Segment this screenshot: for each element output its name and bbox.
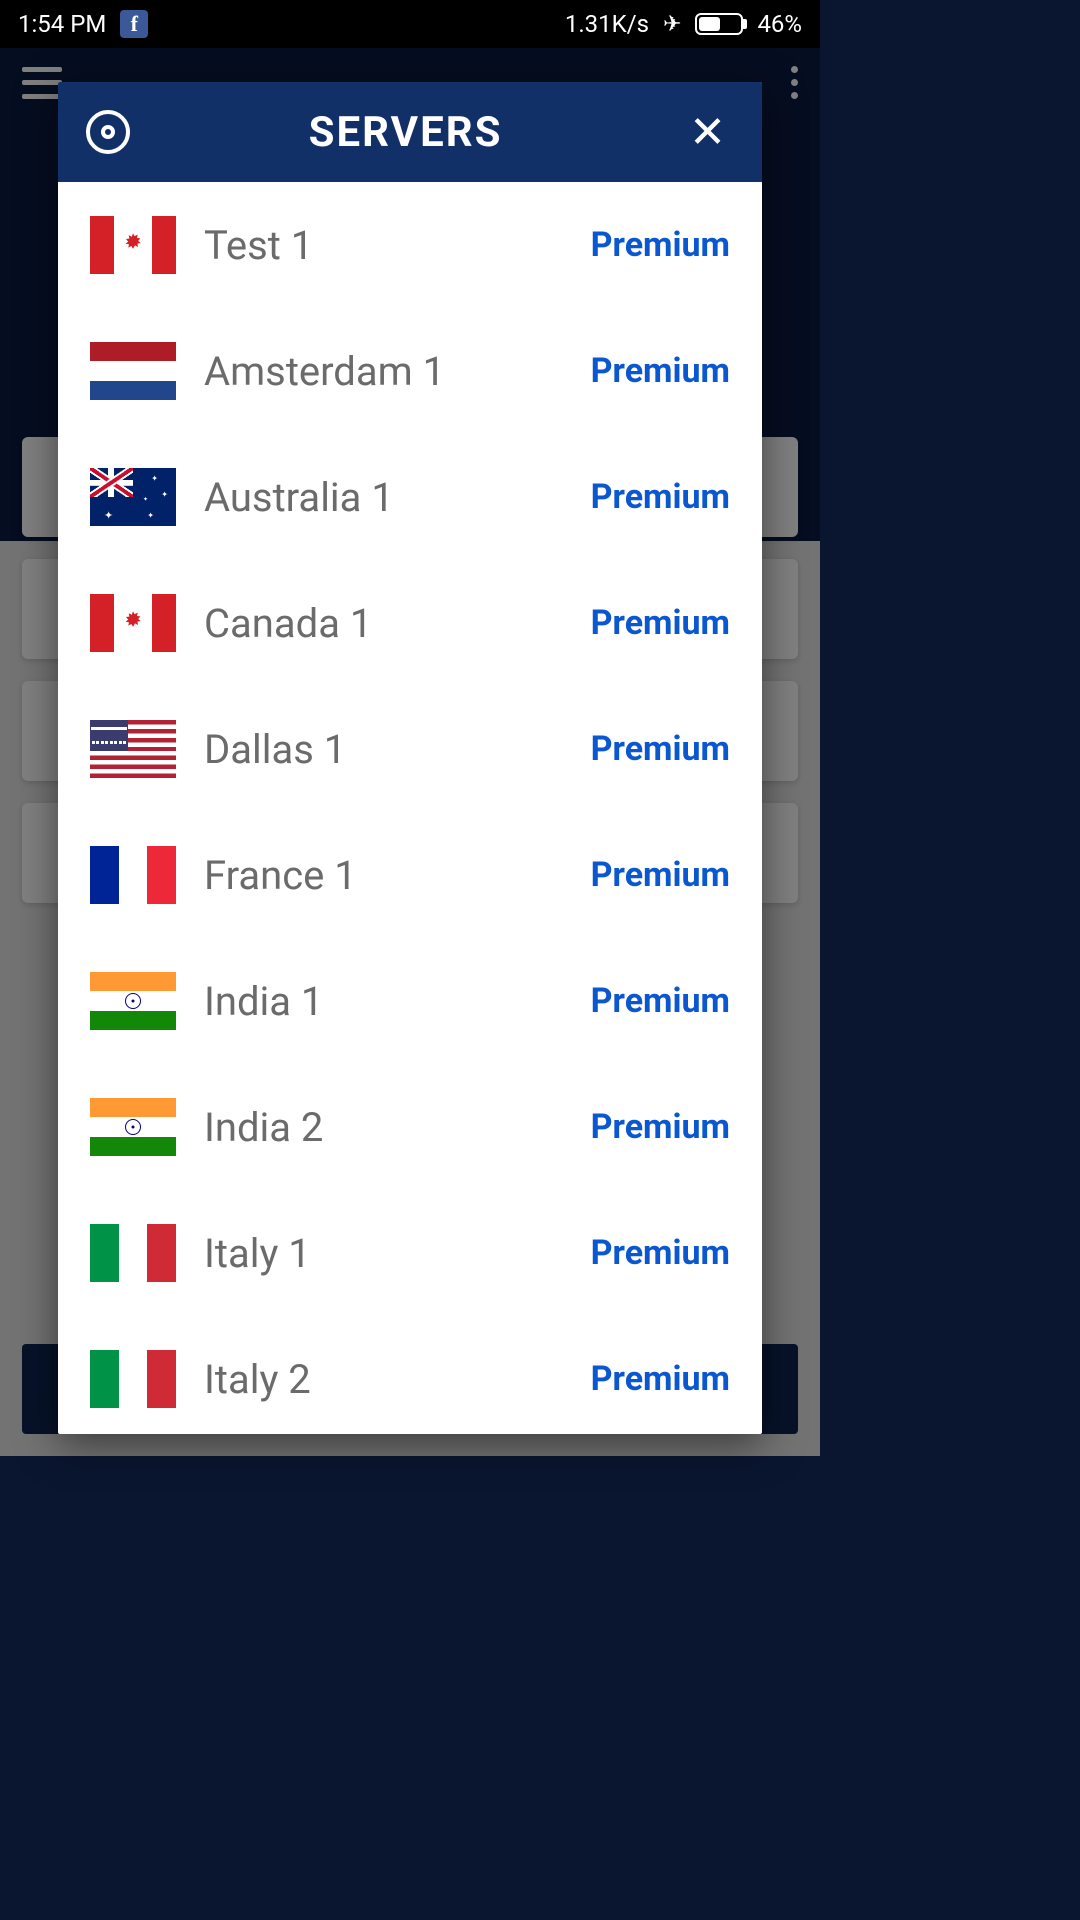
servers-modal: SERVERS ✕ Test 1 Premium Amsterdam 1 Premiu… bbox=[58, 82, 762, 1434]
battery-percentage: 46% bbox=[757, 10, 802, 38]
flag-france-icon bbox=[90, 846, 176, 904]
status-bar: 1:54 PM f 1.31K/s ✈ 46% bbox=[0, 0, 820, 48]
flag-india-icon bbox=[90, 1098, 176, 1156]
more-dots-icon bbox=[758, 66, 798, 99]
server-item[interactable]: Dallas 1 Premium bbox=[90, 686, 730, 812]
location-icon bbox=[86, 110, 130, 154]
server-name: Italy 1 bbox=[204, 1230, 563, 1277]
server-name: France 1 bbox=[204, 852, 563, 899]
flag-usa-icon bbox=[90, 720, 176, 778]
premium-badge: Premium bbox=[591, 603, 730, 643]
server-name: Canada 1 bbox=[204, 600, 563, 647]
premium-badge: Premium bbox=[591, 1107, 730, 1147]
flag-australia-icon: ✦✦✦✦✦ bbox=[90, 468, 176, 526]
server-name: India 1 bbox=[204, 978, 563, 1025]
airplane-mode-icon: ✈ bbox=[663, 12, 681, 37]
close-button[interactable]: ✕ bbox=[681, 102, 734, 162]
server-list[interactable]: Test 1 Premium Amsterdam 1 Premium ✦✦✦✦✦ Aust… bbox=[58, 182, 762, 1434]
premium-badge: Premium bbox=[591, 855, 730, 895]
facebook-notification-icon: f bbox=[120, 10, 148, 38]
premium-badge: Premium bbox=[591, 981, 730, 1021]
premium-badge: Premium bbox=[591, 477, 730, 517]
flag-india-icon bbox=[90, 972, 176, 1030]
server-name: Amsterdam 1 bbox=[204, 348, 563, 395]
premium-badge: Premium bbox=[591, 351, 730, 391]
server-item[interactable]: India 1 Premium bbox=[90, 938, 730, 1064]
premium-badge: Premium bbox=[591, 1233, 730, 1273]
flag-italy-icon bbox=[90, 1224, 176, 1282]
server-item[interactable]: ✦✦✦✦✦ Australia 1 Premium bbox=[90, 434, 730, 560]
server-name: India 2 bbox=[204, 1104, 563, 1151]
server-name: Dallas 1 bbox=[204, 726, 563, 773]
server-item[interactable]: Italy 1 Premium bbox=[90, 1190, 730, 1316]
status-network-speed: 1.31K/s bbox=[565, 10, 649, 38]
flag-netherlands-icon bbox=[90, 342, 176, 400]
server-item[interactable]: India 2 Premium bbox=[90, 1064, 730, 1190]
server-item[interactable]: Italy 2 Premium bbox=[90, 1316, 730, 1434]
server-item[interactable]: Canada 1 Premium bbox=[90, 560, 730, 686]
status-time: 1:54 PM bbox=[18, 10, 106, 38]
server-name: Australia 1 bbox=[204, 474, 563, 521]
server-item[interactable]: Test 1 Premium bbox=[90, 182, 730, 308]
premium-badge: Premium bbox=[591, 225, 730, 265]
server-item[interactable]: France 1 Premium bbox=[90, 812, 730, 938]
flag-italy-icon bbox=[90, 1350, 176, 1408]
hamburger-icon bbox=[22, 67, 62, 99]
battery-icon bbox=[695, 13, 743, 35]
flag-canada-icon bbox=[90, 594, 176, 652]
server-item[interactable]: Amsterdam 1 Premium bbox=[90, 308, 730, 434]
modal-title: SERVERS bbox=[309, 108, 503, 157]
server-name: Italy 2 bbox=[204, 1356, 563, 1403]
premium-badge: Premium bbox=[591, 729, 730, 769]
server-name: Test 1 bbox=[204, 222, 563, 269]
premium-badge: Premium bbox=[591, 1359, 730, 1399]
modal-header: SERVERS ✕ bbox=[58, 82, 762, 182]
flag-canada-icon bbox=[90, 216, 176, 274]
